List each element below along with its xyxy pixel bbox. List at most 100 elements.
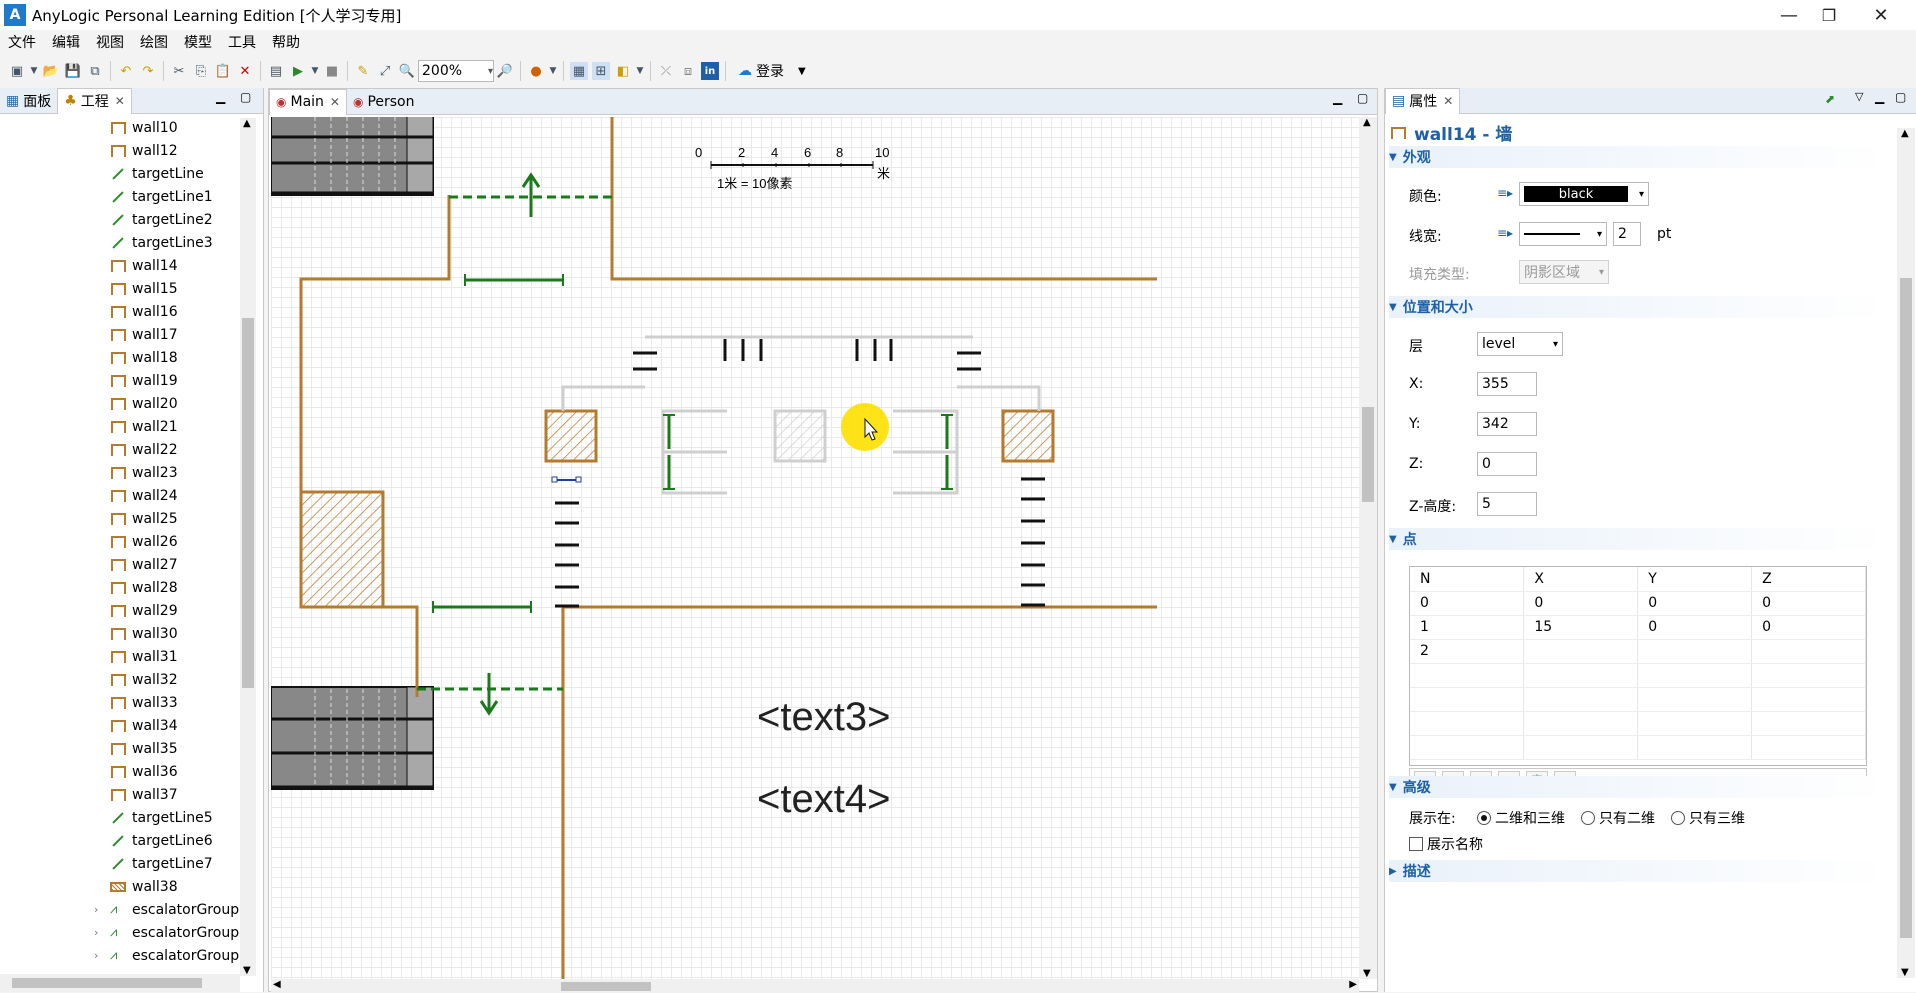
scroll-right-icon[interactable]: ▶ <box>1349 979 1357 990</box>
tree-item[interactable]: wall35 <box>0 737 240 760</box>
table-row[interactable]: 0 0 0 0 <box>1410 591 1866 616</box>
tree-item[interactable]: wall29 <box>0 599 240 622</box>
minimize-view-icon[interactable]: ▁ <box>1333 91 1342 105</box>
section-appearance[interactable]: ▼ 外观 <box>1389 146 1889 168</box>
menu-help[interactable]: 帮助 <box>264 32 308 52</box>
tree-item[interactable]: wall10 <box>0 116 240 139</box>
delete-icon[interactable]: ✕ <box>236 62 254 80</box>
scrollbar-thumb[interactable] <box>561 982 651 991</box>
close-tab-icon[interactable]: ✕ <box>330 95 340 109</box>
login-button[interactable]: ☁ 登录 ▼ <box>738 61 806 81</box>
menu-draw[interactable]: 绘图 <box>132 32 176 52</box>
text3-label[interactable]: <text3> <box>757 695 890 740</box>
fill-type-select[interactable]: 阴影区域 ▾ <box>1519 260 1609 284</box>
linkedin-icon[interactable]: in <box>701 62 719 80</box>
table-cell[interactable]: 0 <box>1751 591 1866 616</box>
table-cell[interactable]: 0 <box>1751 615 1866 640</box>
table-cell[interactable]: 0 <box>1637 591 1753 616</box>
tree-item[interactable]: wall23 <box>0 461 240 484</box>
arrange-dropdown-icon[interactable]: ▼ <box>636 62 644 80</box>
tree-item[interactable]: wall28 <box>0 576 240 599</box>
section-points[interactable]: ▼ 点 <box>1389 528 1889 550</box>
tree-item[interactable]: wall26 <box>0 530 240 553</box>
tree-item[interactable]: targetLine3 <box>0 231 240 254</box>
section-advanced[interactable]: ▼ 高级 <box>1389 776 1889 798</box>
scroll-down-icon[interactable]: ▼ <box>1901 967 1909 978</box>
tree-item[interactable]: targetLine6 <box>0 829 240 852</box>
scroll-down-icon[interactable]: ▼ <box>243 965 251 976</box>
scroll-left-icon[interactable]: ◀ <box>273 979 281 990</box>
scrollbar-thumb[interactable] <box>12 978 202 988</box>
table-row[interactable]: 1 15 0 0 <box>1410 615 1866 640</box>
table-row[interactable]: 2 <box>1410 639 1866 664</box>
radio-2d-only[interactable]: 只有二维 <box>1581 808 1655 828</box>
save-icon[interactable]: 💾 <box>64 62 82 80</box>
tree-item[interactable]: wall12 <box>0 139 240 162</box>
tree-item[interactable]: wall24 <box>0 484 240 507</box>
properties-scrollbar[interactable]: ▲ ▼ <box>1897 128 1915 978</box>
table-cell[interactable] <box>1523 639 1639 664</box>
cut-icon[interactable]: ✂ <box>170 62 188 80</box>
view-menu-icon[interactable]: ▽ <box>1855 90 1863 103</box>
open-icon[interactable]: 📂 <box>42 62 60 80</box>
table-cell[interactable]: 1 <box>1410 615 1525 640</box>
model-canvas[interactable]: 0 2 4 6 8 10 米 1米 = 10像素 <text3> <text4>… <box>271 117 1359 979</box>
text4-label[interactable]: <text4> <box>757 777 890 822</box>
redo-icon[interactable]: ↷ <box>139 62 157 80</box>
debug-dropdown-icon[interactable]: ▼ <box>549 62 557 80</box>
scrollbar-thumb[interactable] <box>1900 278 1912 938</box>
tree-item[interactable]: wall16 <box>0 300 240 323</box>
table-cell[interactable]: 15 <box>1523 615 1639 640</box>
layers-icon[interactable]: ⧈ <box>679 62 697 80</box>
line-width-input[interactable]: 2 <box>1613 222 1641 246</box>
run-icon[interactable]: ▶ <box>289 62 307 80</box>
zoom-out-icon[interactable]: 🔍 <box>398 62 416 80</box>
table-row[interactable] <box>1410 711 1866 736</box>
y-input[interactable]: 342 <box>1477 412 1537 436</box>
selected-wall14[interactable] <box>551 476 582 483</box>
tree-item[interactable]: wall25 <box>0 507 240 530</box>
tree-item[interactable]: wall38 <box>0 875 240 898</box>
tree-item[interactable]: targetLine2 <box>0 208 240 231</box>
tab-project[interactable]: ♣ 工程 ✕ <box>57 87 132 114</box>
tab-person[interactable]: ◉ Person <box>347 89 421 115</box>
wall-block[interactable] <box>299 490 385 609</box>
table-cell[interactable]: 0 <box>1637 615 1753 640</box>
close-tab-icon[interactable]: ✕ <box>115 94 125 108</box>
radio-2d-and-3d[interactable]: 二维和三维 <box>1477 808 1565 828</box>
tab-main[interactable]: ◉ Main ✕ <box>269 88 347 115</box>
tree-item[interactable]: › ⩘ escalatorGroup <box>0 898 240 921</box>
new-model-icon[interactable]: ▣ <box>8 62 26 80</box>
walls[interactable] <box>299 117 1157 979</box>
table-row[interactable] <box>1410 687 1866 712</box>
menu-edit[interactable]: 编辑 <box>44 32 88 52</box>
tree-item[interactable]: wall34 <box>0 714 240 737</box>
tree-item[interactable]: wall37 <box>0 783 240 806</box>
escalator-top[interactable] <box>271 117 434 196</box>
scrollbar-thumb[interactable] <box>1362 407 1374 502</box>
points-table[interactable]: N X Y Z 0 0 0 0 1 15 0 0 2 <box>1409 566 1867 766</box>
tree-item[interactable]: wall18 <box>0 346 240 369</box>
left-horizontal-scrollbar[interactable] <box>0 974 240 992</box>
run-dropdown-icon[interactable]: ▼ <box>311 62 319 80</box>
snap-icon[interactable]: ⊞ <box>592 62 610 80</box>
tree-item[interactable]: › ⩘ escalatorGroup <box>0 944 240 967</box>
expand-arrow-icon[interactable]: › <box>94 926 106 939</box>
menu-model[interactable]: 模型 <box>176 32 220 52</box>
pan-icon[interactable]: ✎ <box>354 62 372 80</box>
editor-horizontal-scrollbar[interactable]: ◀ ▶ <box>271 979 1359 993</box>
tree-item[interactable]: ›⩘escalatorGrou <box>0 967 240 973</box>
tree-item[interactable]: wall22 <box>0 438 240 461</box>
tree-item[interactable]: wall32 <box>0 668 240 691</box>
maximize-view-icon[interactable]: ▢ <box>1357 91 1368 105</box>
minimize-view-icon[interactable]: ▁ <box>216 90 225 104</box>
section-description[interactable]: ▶ 描述 <box>1389 860 1889 882</box>
table-cell[interactable]: 2 <box>1410 639 1525 664</box>
expand-arrow-icon[interactable]: › <box>94 949 106 962</box>
close-window-button[interactable]: ✕ <box>1856 0 1906 30</box>
expand-arrow-icon[interactable]: › <box>94 903 106 916</box>
tab-palette[interactable]: ▦ 面板 <box>0 88 57 114</box>
tree-item[interactable]: wall20 <box>0 392 240 415</box>
close-tab-icon[interactable]: ✕ <box>1443 94 1453 108</box>
table-row[interactable] <box>1410 663 1866 688</box>
